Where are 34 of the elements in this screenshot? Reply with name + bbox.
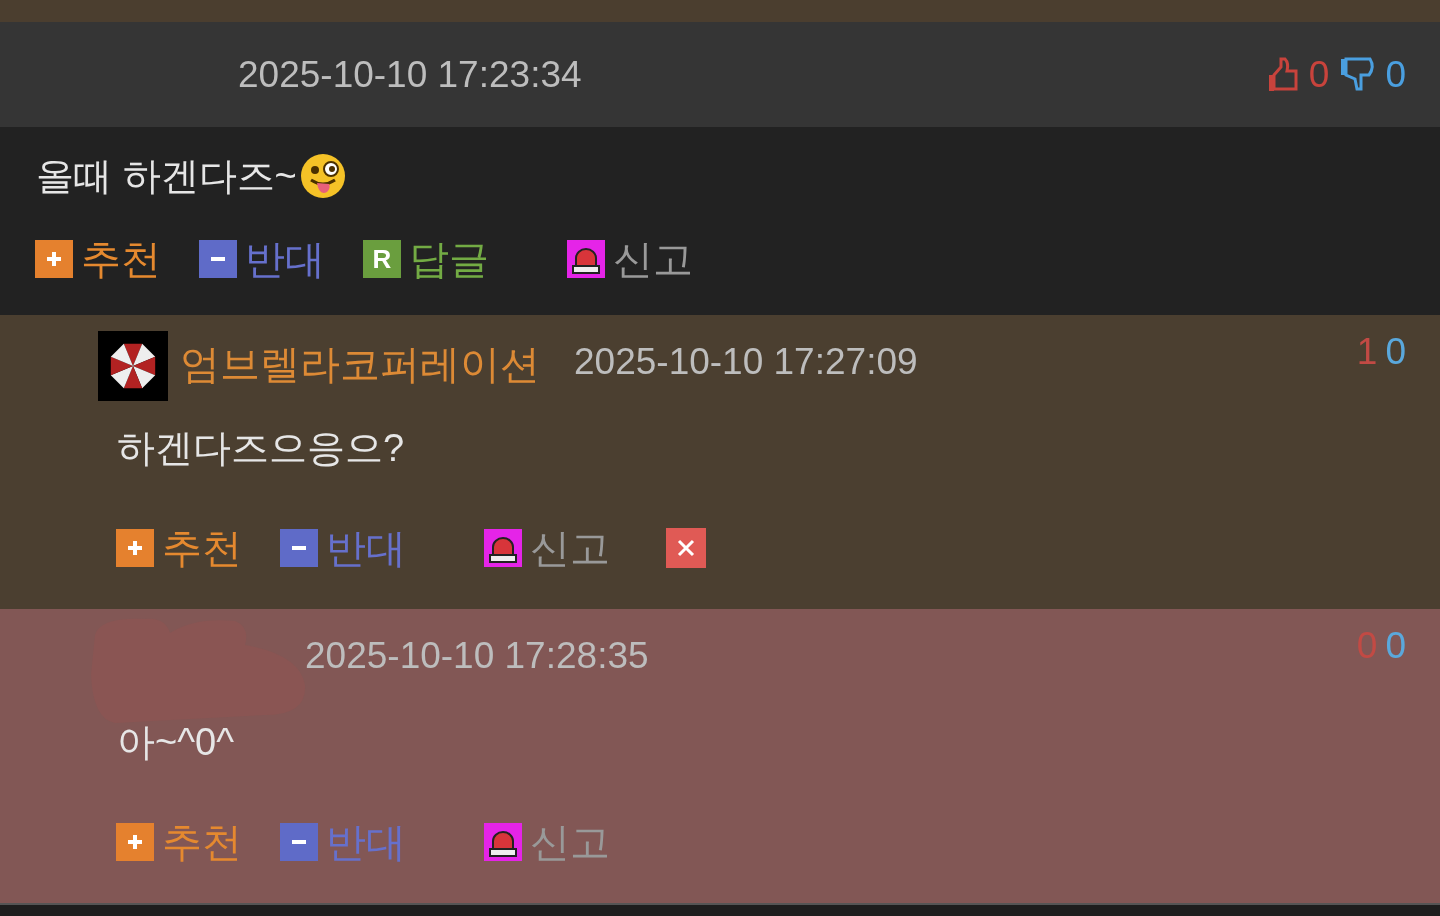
plus-icon	[35, 240, 73, 278]
close-icon	[675, 537, 697, 559]
minus-icon	[280, 823, 318, 861]
up-button[interactable]: 추천	[116, 520, 242, 576]
comment-date: 2025-10-10 17:28:35	[305, 635, 649, 677]
upvote-count: 0	[1308, 53, 1330, 96]
comment-text: 아~^0^	[117, 719, 234, 765]
downvote-count: 0	[1385, 331, 1406, 373]
siren-icon	[484, 529, 522, 567]
downvote-count: 0	[1385, 625, 1406, 667]
up-button[interactable]: 추천	[116, 814, 242, 870]
down-button[interactable]: 반대	[280, 520, 406, 576]
reply-icon: R	[363, 240, 401, 278]
upvote-count: 0	[1356, 625, 1378, 667]
report-button[interactable]: 신고	[567, 231, 693, 287]
plus-icon	[116, 823, 154, 861]
comment-date: 2025-10-10 17:23:34	[238, 53, 582, 96]
delete-button[interactable]	[666, 528, 706, 568]
minus-icon	[280, 529, 318, 567]
report-button[interactable]: 신고	[484, 520, 610, 576]
down-button[interactable]: 반대	[199, 231, 325, 287]
comment-text: 올때 하겐다즈~	[36, 153, 297, 199]
minus-icon	[199, 240, 237, 278]
plus-icon	[116, 529, 154, 567]
upvote-count: 1	[1356, 331, 1378, 373]
siren-icon	[484, 823, 522, 861]
up-button[interactable]: 추천	[35, 231, 161, 287]
comment-date: 2025-10-10 17:27:09	[574, 341, 918, 383]
siren-icon	[567, 240, 605, 278]
downvote-count: 0	[1385, 53, 1406, 96]
comment-text: 하겐다즈으응으?	[117, 425, 405, 471]
report-button[interactable]: 신고	[484, 814, 610, 870]
author-name[interactable]: 엄브렐라코퍼레이션	[180, 337, 540, 392]
reply-button[interactable]: R 답글	[363, 231, 489, 287]
